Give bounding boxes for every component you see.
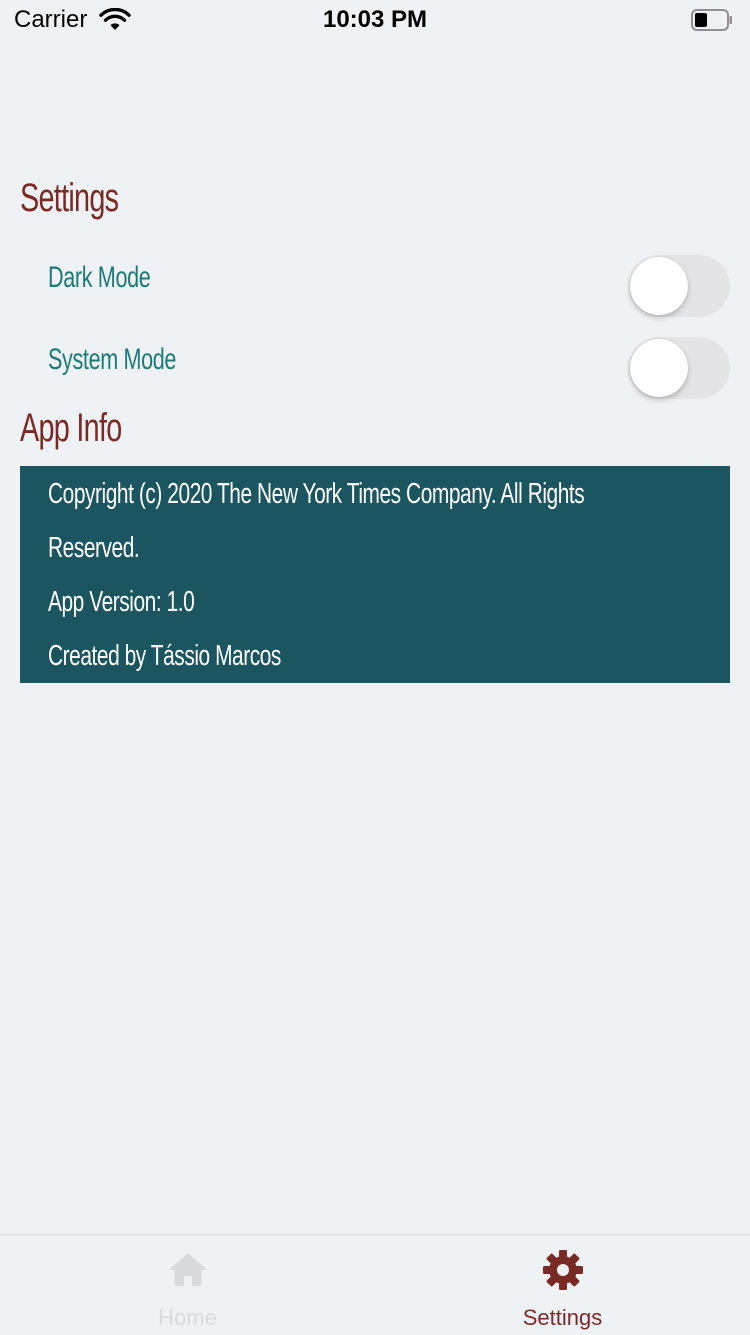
tab-settings[interactable]: Settings — [375, 1235, 750, 1335]
settings-title: Settings — [20, 176, 119, 220]
status-bar: Carrier 10:03 PM — [0, 0, 750, 40]
status-time: 10:03 PM — [322, 6, 428, 33]
tab-bar: Home Settings — [0, 1234, 750, 1335]
system-mode-toggle[interactable] — [628, 337, 730, 399]
toggle-knob — [630, 339, 688, 397]
copyright-text-continued: Reserved. — [48, 532, 140, 564]
tab-settings-label: Settings — [522, 1305, 603, 1330]
home-icon — [169, 1253, 207, 1286]
copyright-text: Copyright (c) 2020 The New York Times Co… — [48, 478, 585, 510]
dark-mode-label: Dark Mode — [48, 261, 151, 294]
app-info-box: Copyright (c) 2020 The New York Times Co… — [20, 466, 730, 683]
system-mode-row: System Mode — [0, 337, 750, 401]
dark-mode-toggle[interactable] — [628, 255, 730, 317]
gear-icon — [543, 1250, 583, 1290]
tab-home[interactable]: Home — [0, 1235, 375, 1335]
app-version-text: App Version: 1.0 — [48, 586, 195, 618]
tab-home-label: Home — [158, 1305, 217, 1330]
system-mode-label: System Mode — [48, 343, 177, 376]
app-info-title: App Info — [20, 406, 122, 450]
battery-icon — [691, 9, 732, 31]
dark-mode-row: Dark Mode — [0, 255, 750, 319]
created-by-text: Created by Tássio Marcos — [48, 640, 281, 672]
toggle-knob — [630, 257, 688, 315]
